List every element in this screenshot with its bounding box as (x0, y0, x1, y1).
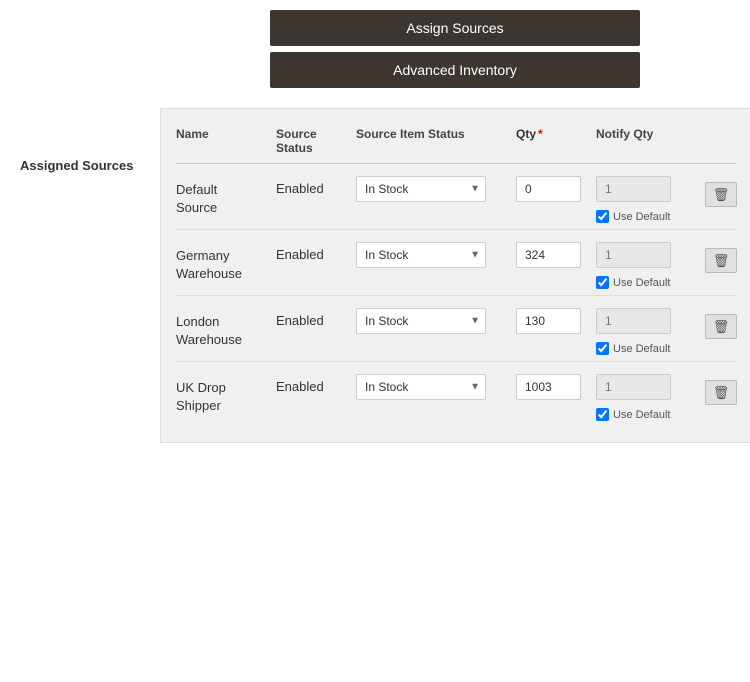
use-default-wrapper: Use Default (596, 276, 706, 289)
use-default-wrapper: Use Default (596, 210, 706, 223)
delete-cell: 🗑 (706, 176, 736, 207)
item-status-select[interactable]: In StockOut of Stock (356, 176, 486, 202)
table-row: LondonWarehouseEnabledIn StockOut of Sto… (176, 296, 736, 362)
source-item-status-cell: In StockOut of Stock▼ (356, 374, 516, 400)
source-name: DefaultSource (176, 176, 276, 217)
source-name: LondonWarehouse (176, 308, 276, 349)
table-row: DefaultSourceEnabledIn StockOut of Stock… (176, 164, 736, 230)
source-item-status-cell: In StockOut of Stock▼ (356, 242, 516, 268)
notify-qty-cell: Use Default (596, 308, 706, 355)
table-row: UK DropShipperEnabledIn StockOut of Stoc… (176, 362, 736, 427)
table-row: GermanyWarehouseEnabledIn StockOut of St… (176, 230, 736, 296)
use-default-checkbox[interactable] (596, 408, 609, 421)
notify-qty-cell: Use Default (596, 374, 706, 421)
item-status-select-wrapper: In StockOut of Stock▼ (356, 374, 486, 400)
delete-button[interactable]: 🗑 (705, 182, 738, 207)
notify-qty-cell: Use Default (596, 242, 706, 289)
source-status: Enabled (276, 308, 356, 328)
delete-button[interactable]: 🗑 (705, 314, 738, 339)
col-source-status: Source Status (276, 127, 356, 155)
notify-qty-input[interactable] (596, 374, 671, 400)
item-status-select[interactable]: In StockOut of Stock (356, 308, 486, 334)
source-name: UK DropShipper (176, 374, 276, 415)
source-status: Enabled (276, 242, 356, 262)
qty-input[interactable] (516, 176, 581, 202)
use-default-wrapper: Use Default (596, 342, 706, 355)
notify-qty-cell: Use Default (596, 176, 706, 223)
qty-cell (516, 308, 596, 334)
item-status-select[interactable]: In StockOut of Stock (356, 374, 486, 400)
use-default-label: Use Default (613, 343, 670, 355)
delete-cell: 🗑 (706, 308, 736, 339)
item-status-select-wrapper: In StockOut of Stock▼ (356, 242, 486, 268)
delete-button[interactable]: 🗑 (705, 380, 738, 405)
item-status-select[interactable]: In StockOut of Stock (356, 242, 486, 268)
col-name: Name (176, 127, 276, 155)
assigned-sources-label: Assigned Sources (20, 108, 160, 443)
qty-cell (516, 242, 596, 268)
col-actions (706, 127, 736, 155)
buttons-section: Assign Sources Advanced Inventory (20, 10, 730, 88)
required-star: * (538, 127, 543, 141)
use-default-label: Use Default (613, 211, 670, 223)
notify-qty-input[interactable] (596, 176, 671, 202)
source-status: Enabled (276, 176, 356, 196)
source-name: GermanyWarehouse (176, 242, 276, 283)
use-default-label: Use Default (613, 277, 670, 289)
col-qty: Qty* (516, 127, 596, 155)
item-status-select-wrapper: In StockOut of Stock▼ (356, 176, 486, 202)
use-default-wrapper: Use Default (596, 408, 706, 421)
delete-cell: 🗑 (706, 374, 736, 405)
table-header: Name Source Status Source Item Status Qt… (176, 119, 736, 164)
notify-qty-input[interactable] (596, 308, 671, 334)
assign-sources-button[interactable]: Assign Sources (270, 10, 640, 46)
delete-cell: 🗑 (706, 242, 736, 273)
sources-rows: DefaultSourceEnabledIn StockOut of Stock… (176, 164, 736, 427)
main-section: Assigned Sources Name Source Status Sour… (20, 108, 730, 443)
col-source-item-status: Source Item Status (356, 127, 516, 155)
use-default-checkbox[interactable] (596, 342, 609, 355)
qty-cell (516, 176, 596, 202)
col-notify-qty: Notify Qty (596, 127, 706, 155)
qty-cell (516, 374, 596, 400)
notify-qty-input[interactable] (596, 242, 671, 268)
source-item-status-cell: In StockOut of Stock▼ (356, 308, 516, 334)
qty-input[interactable] (516, 374, 581, 400)
item-status-select-wrapper: In StockOut of Stock▼ (356, 308, 486, 334)
qty-input[interactable] (516, 242, 581, 268)
page-container: Assign Sources Advanced Inventory Assign… (0, 0, 750, 682)
use-default-label: Use Default (613, 409, 670, 421)
source-status: Enabled (276, 374, 356, 394)
delete-button[interactable]: 🗑 (705, 248, 738, 273)
qty-input[interactable] (516, 308, 581, 334)
source-item-status-cell: In StockOut of Stock▼ (356, 176, 516, 202)
use-default-checkbox[interactable] (596, 210, 609, 223)
advanced-inventory-button[interactable]: Advanced Inventory (270, 52, 640, 88)
sources-table: Name Source Status Source Item Status Qt… (160, 108, 750, 443)
use-default-checkbox[interactable] (596, 276, 609, 289)
